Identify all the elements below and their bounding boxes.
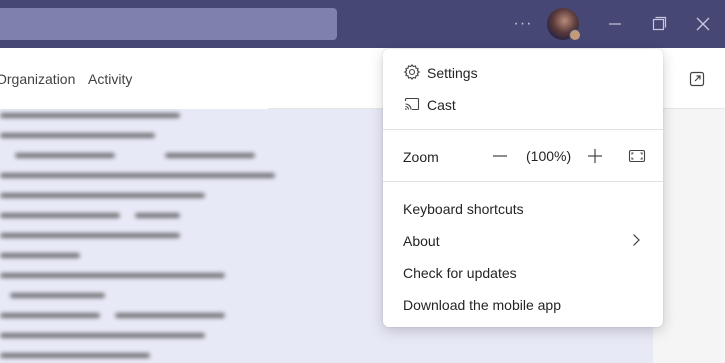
blurred-text-line (0, 253, 80, 258)
blurred-text-line (0, 353, 150, 358)
right-pane (653, 109, 725, 363)
cast-icon (403, 95, 421, 113)
blurred-text-line (0, 193, 205, 198)
cast-menu-item[interactable]: Cast (427, 97, 456, 113)
minimize-icon[interactable] (602, 12, 628, 36)
check-for-updates-menu-item[interactable]: Check for updates (403, 265, 517, 281)
zoom-in-icon[interactable] (584, 145, 606, 167)
blurred-text-line (0, 113, 180, 118)
blurred-text-line (0, 333, 205, 338)
zoom-level-value: (100%) (526, 148, 572, 164)
blurred-text-line (115, 313, 225, 318)
title-bar: ··· (0, 0, 725, 48)
blurred-text-line (10, 293, 105, 298)
pop-out-icon[interactable] (688, 70, 706, 88)
zoom-out-icon[interactable] (489, 145, 511, 167)
blurred-text-line (15, 153, 115, 158)
close-icon[interactable] (690, 12, 716, 36)
about-menu-item[interactable]: About (403, 233, 440, 249)
settings-menu-item[interactable]: Settings (427, 65, 478, 81)
blurred-text-line (0, 213, 120, 218)
download-mobile-app-menu-item[interactable]: Download the mobile app (403, 297, 561, 313)
blurred-text-line (0, 313, 100, 318)
blurred-text-line (0, 233, 180, 238)
blurred-text-line (165, 153, 255, 158)
restore-icon[interactable] (646, 12, 672, 36)
blurred-text-line (0, 133, 155, 138)
zoom-label: Zoom (403, 149, 439, 165)
keyboard-shortcuts-menu-item[interactable]: Keyboard shortcuts (403, 201, 524, 217)
tab-activity[interactable]: Activity (88, 71, 132, 87)
more-options-icon[interactable]: ··· (512, 14, 534, 34)
presence-status-badge (569, 29, 581, 41)
gear-icon (403, 63, 421, 81)
search-box[interactable] (0, 8, 337, 40)
menu-divider (383, 181, 663, 182)
blurred-text-line (0, 273, 225, 278)
blurred-text-line (0, 173, 275, 178)
fit-to-screen-icon[interactable] (626, 145, 648, 167)
settings-menu: Settings Cast Zoom (100%) Keyboard short… (383, 49, 663, 327)
menu-divider (383, 129, 663, 130)
chevron-right-icon (629, 232, 643, 248)
tab-organization[interactable]: Organization (0, 71, 75, 87)
blurred-text-line (135, 213, 180, 218)
